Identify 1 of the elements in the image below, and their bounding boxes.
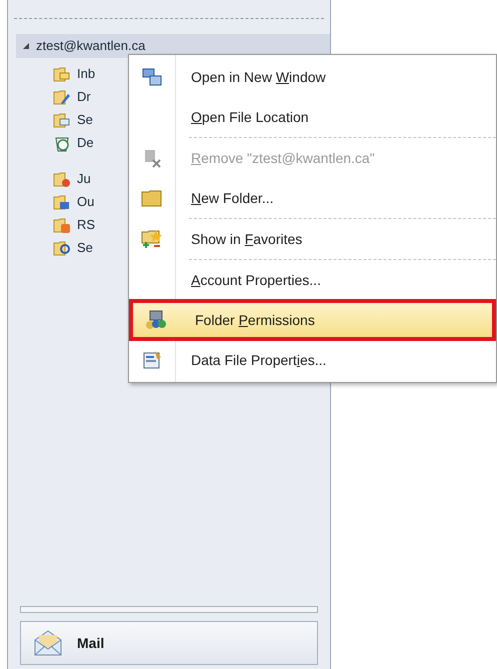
account-label: ztest@kwantlen.ca (36, 37, 146, 56)
